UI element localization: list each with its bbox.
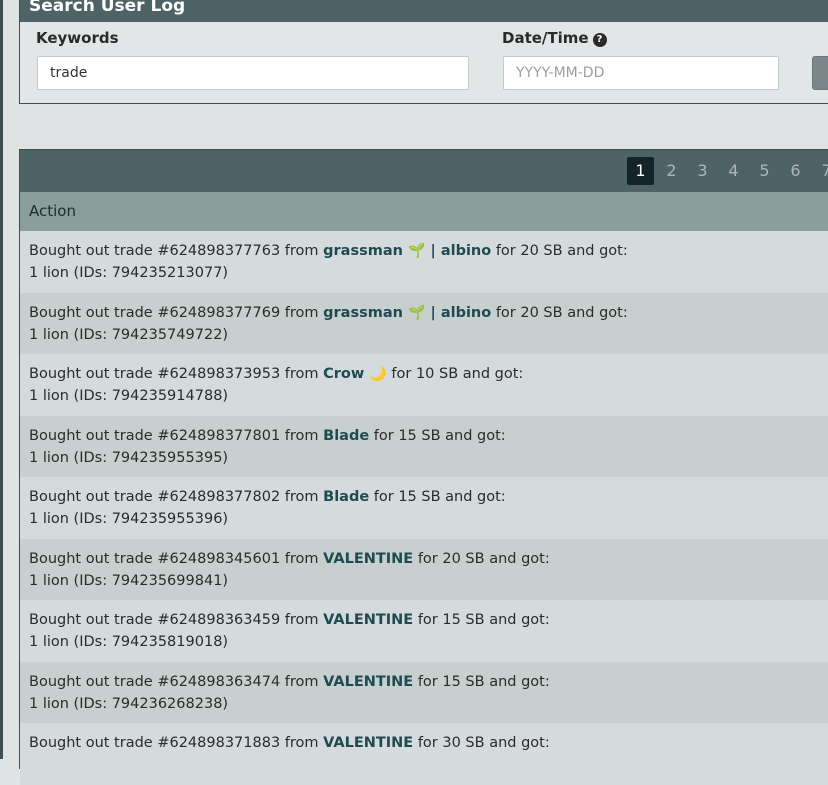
log-row-price: for 15 SB and got: [413, 673, 550, 690]
log-row-prefix: Bought out trade #624898373953 from [29, 366, 324, 382]
log-row: Bought out trade #624898371883 from VALE… [20, 723, 828, 785]
user-emoji-icon: 🌱 [408, 304, 426, 321]
user-link[interactable]: grassman 🌱 | albino [323, 305, 491, 321]
search-panel-title: Search User Log [29, 0, 186, 16]
keywords-label: Keywords [36, 29, 119, 47]
log-row-price: for 15 SB and got: [413, 612, 550, 628]
action-column-header: Action [20, 192, 828, 231]
log-row-items: 1 lion (IDs: 794235749722) [29, 326, 229, 343]
datetime-label: Date/Time [502, 29, 589, 47]
log-row-price: for 10 SB and got: [386, 366, 524, 382]
log-row: Bought out trade #624898377763 from gras… [20, 231, 828, 293]
log-row: Bought out trade #624898377801 from Blad… [20, 415, 828, 477]
log-row-price: for 15 SB and got: [369, 427, 506, 444]
action-column-label: Action [29, 202, 76, 220]
log-row-prefix: Bought out trade #624898377802 from [29, 489, 324, 505]
log-row-items: 1 lion (IDs: 794235699841) [29, 572, 229, 589]
log-row-prefix: Bought out trade #624898377769 from [29, 304, 324, 321]
datetime-label-wrap: Date/Time? [502, 29, 607, 47]
user-link[interactable]: VALENTINE [323, 735, 413, 751]
user-name: Blade [323, 427, 370, 444]
log-panel-header: 1234567 [20, 150, 828, 192]
user-name: grassman [323, 243, 403, 259]
page-link-4[interactable]: 4 [720, 157, 747, 185]
user-link[interactable]: Blade [323, 428, 369, 444]
log-row-line1: Bought out trade #624898377769 from gras… [29, 302, 828, 324]
search-panel-header: Search User Log [20, 0, 828, 22]
log-row-items: 1 lion (IDs: 794235955396) [29, 511, 229, 527]
window-edge [0, 0, 3, 759]
page-link-2[interactable]: 2 [658, 157, 685, 185]
log-row-price: for 20 SB and got: [491, 304, 628, 321]
log-row-price: for 20 SB and got: [491, 243, 628, 259]
user-emoji-icon: 🌙 [369, 366, 387, 382]
log-row-items: 1 lion (IDs: 794235213077) [29, 265, 229, 281]
log-row: Bought out trade #624898377802 from Blad… [20, 477, 828, 539]
log-row-items: 1 lion (IDs: 794235819018) [29, 634, 229, 650]
log-row-line1: Bought out trade #624898377802 from Blad… [29, 486, 828, 508]
log-row-prefix: Bought out trade #624898377801 from [29, 427, 324, 444]
log-row: Bought out trade #624898363474 from VALE… [20, 661, 828, 723]
datetime-input[interactable] [503, 56, 779, 90]
user-name: VALENTINE [323, 735, 414, 751]
user-title: | albino [425, 243, 492, 259]
user-link[interactable]: Crow 🌙 [323, 366, 387, 382]
user-link[interactable]: grassman 🌱 | albino [323, 243, 491, 259]
log-row-items: 1 lion (IDs: 794235955395) [29, 449, 229, 466]
user-name: VALENTINE [323, 550, 414, 567]
user-link[interactable]: Blade [323, 489, 369, 505]
log-row-line1: Bought out trade #624898345601 from VALE… [29, 548, 828, 570]
user-title: | albino [425, 304, 492, 321]
user-link[interactable]: VALENTINE [323, 551, 413, 567]
page-link-6[interactable]: 6 [782, 157, 809, 185]
log-row: Bought out trade #624898345601 from VALE… [20, 538, 828, 600]
page-link-1[interactable]: 1 [627, 157, 654, 185]
search-user-log-panel: Search User Log Keywords Date/Time? [19, 0, 828, 104]
log-row-line1: Bought out trade #624898377801 from Blad… [29, 425, 828, 447]
user-name: Crow [323, 366, 365, 382]
log-row-line1: Bought out trade #624898377763 from gras… [29, 240, 828, 262]
log-rows: Bought out trade #624898377763 from gras… [20, 231, 828, 785]
log-row-prefix: Bought out trade #624898371883 from [29, 735, 324, 751]
user-name: grassman [323, 304, 403, 321]
log-row-line1: Bought out trade #624898371883 from VALE… [29, 732, 828, 754]
user-link[interactable]: VALENTINE [323, 674, 413, 690]
page-link-3[interactable]: 3 [689, 157, 716, 185]
log-row-items: 1 lion (IDs: 794236268238) [29, 695, 229, 712]
user-name: VALENTINE [323, 612, 414, 628]
page-link-5[interactable]: 5 [751, 157, 778, 185]
log-row: Bought out trade #624898377769 from gras… [20, 292, 828, 354]
log-row-line1: Bought out trade #624898363474 from VALE… [29, 671, 828, 693]
pagination: 1234567 [627, 157, 828, 185]
log-row-prefix: Bought out trade #624898377763 from [29, 243, 324, 259]
user-name: VALENTINE [323, 673, 414, 690]
search-button[interactable] [812, 56, 828, 90]
log-row-prefix: Bought out trade #624898345601 from [29, 550, 324, 567]
log-row: Bought out trade #624898373953 from Crow… [20, 354, 828, 416]
log-row-price: for 20 SB and got: [413, 550, 550, 567]
log-row-line1: Bought out trade #624898363459 from VALE… [29, 609, 828, 631]
page-link-7[interactable]: 7 [813, 157, 828, 185]
log-row-prefix: Bought out trade #624898363474 from [29, 673, 324, 690]
user-name: Blade [323, 489, 370, 505]
log-row: Bought out trade #624898363459 from VALE… [20, 600, 828, 662]
keywords-input[interactable] [37, 56, 469, 90]
user-emoji-icon: 🌱 [408, 243, 426, 259]
log-row-line1: Bought out trade #624898373953 from Crow… [29, 363, 828, 385]
user-log-panel: 1234567 Action Bought out trade #6248983… [19, 149, 828, 785]
log-row-price: for 30 SB and got: [413, 735, 550, 751]
user-link[interactable]: VALENTINE [323, 612, 413, 628]
log-row-prefix: Bought out trade #624898363459 from [29, 612, 324, 628]
log-row-items: 1 lion (IDs: 794235914788) [29, 388, 229, 404]
help-icon[interactable]: ? [592, 33, 607, 47]
log-row-price: for 15 SB and got: [369, 489, 506, 505]
